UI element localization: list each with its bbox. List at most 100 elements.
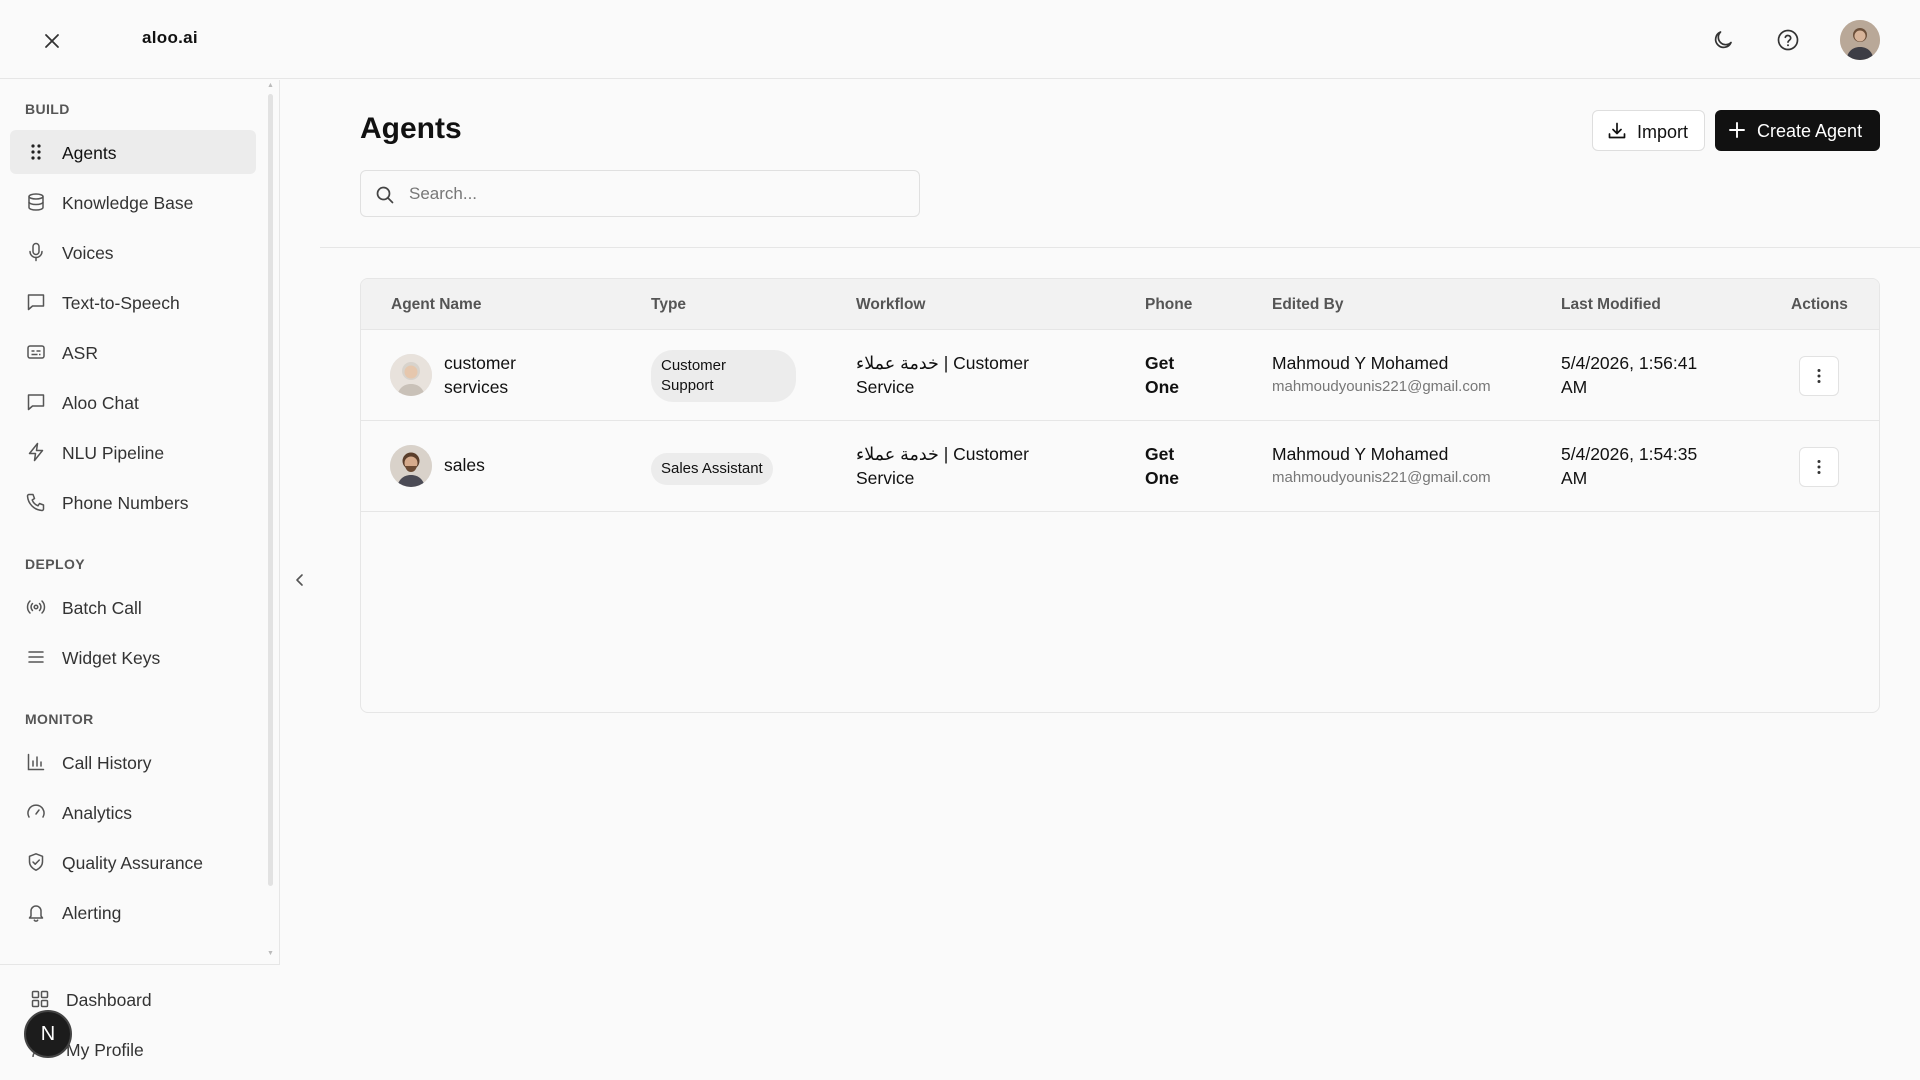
agents-table: Agent Name Type Workflow Phone Edited By… (360, 278, 1880, 713)
sidebar-item-text-to-speech[interactable]: Text-to-Speech (10, 280, 256, 324)
sidebar-item-label: Analytics (62, 803, 133, 823)
workflow-name: خدمة عملاء | Customer Service (856, 353, 1029, 397)
sidebar-item-asr[interactable]: ASR (10, 330, 256, 374)
chevron-left-icon (296, 574, 303, 586)
import-label: Import (1637, 122, 1689, 142)
agent-name[interactable]: sales (444, 453, 485, 477)
sidebar-scrollbar[interactable] (268, 94, 273, 886)
sidebar-item-label: Voices (62, 243, 114, 263)
dark-mode-toggle[interactable] (1707, 24, 1739, 56)
create-agent-label: Create Agent (1757, 121, 1863, 141)
sidebar-item-label: Aloo Chat (62, 393, 139, 413)
sidebar-item-analytics[interactable]: Analytics (10, 790, 256, 834)
more-vertical-icon (1817, 460, 1821, 474)
sidebar-item-batch-call[interactable]: Batch Call (10, 585, 256, 629)
sidebar-item-voices[interactable]: Voices (10, 230, 256, 274)
help-button[interactable] (1772, 24, 1804, 56)
editor-email: mahmoudyounis221@gmail.com (1272, 469, 1491, 486)
search-input[interactable] (409, 181, 899, 207)
sidebar-item-phone-numbers[interactable]: Phone Numbers (10, 480, 256, 524)
agent-type-badge: Customer Support (651, 350, 796, 402)
sidebar-item-label: Text-to-Speech (62, 293, 180, 313)
top-bar: aloo.ai (0, 0, 1920, 79)
more-vertical-icon (1817, 369, 1821, 383)
sidebar-item-label: NLU Pipeline (62, 443, 165, 463)
column-header-agent-name[interactable]: Agent Name (391, 296, 481, 314)
table-row[interactable]: customer services Customer Support خدمة … (361, 330, 1879, 421)
sidebar-item-agents[interactable]: Agents (10, 130, 256, 174)
search-icon (376, 186, 394, 204)
create-agent-button[interactable]: Create Agent (1715, 110, 1880, 151)
sidebar-nav: BUILD Agents Knowledge Base Voices Text-… (0, 80, 270, 960)
agent-name[interactable]: customer services (444, 351, 516, 399)
agent-type-badge: Sales Assistant (651, 453, 773, 485)
sidebar-item-label: ASR (62, 343, 98, 363)
sidebar-item-alerting[interactable]: Alerting (10, 890, 256, 934)
gauge-icon (27, 804, 45, 818)
menu-lines-icon (28, 651, 44, 663)
user-avatar[interactable] (1840, 20, 1880, 60)
edited-by: Mahmoud Y Mohamed mahmoudyounis221@gmail… (1272, 351, 1491, 399)
database-icon (28, 193, 44, 211)
close-button[interactable] (38, 27, 66, 55)
sidebar-item-label: Dashboard (66, 990, 152, 1010)
workflow-name: خدمة عملاء | Customer Service (856, 444, 1029, 488)
scroll-up-arrow[interactable]: ▲ (267, 82, 274, 89)
column-header-actions: Actions (1791, 296, 1848, 313)
column-header-type[interactable]: Type (651, 296, 686, 314)
shield-check-icon (28, 853, 44, 871)
sidebar-item-label: Agents (62, 143, 117, 163)
scroll-down-arrow[interactable]: ▼ (267, 950, 274, 957)
sidebar-item-label: Alerting (62, 903, 122, 923)
sidebar-item-aloo-chat[interactable]: Aloo Chat (10, 380, 256, 424)
collapse-sidebar-button[interactable] (290, 570, 310, 590)
table-row[interactable]: sales Sales Assistant خدمة عملاء | Custo… (361, 421, 1879, 512)
agent-male-avatar-icon (390, 445, 432, 487)
lightning-icon (28, 442, 44, 462)
row-actions-button[interactable] (1799, 356, 1839, 396)
phone-icon (26, 493, 45, 512)
agent-avatar (390, 354, 432, 396)
close-icon (45, 34, 59, 48)
row-actions-button[interactable] (1799, 447, 1839, 487)
sidebar-item-widget-keys[interactable]: Widget Keys (10, 635, 256, 679)
grip-dots-icon (31, 144, 41, 160)
agent-female-avatar-icon (390, 354, 432, 396)
notification-badge[interactable]: N (24, 1010, 72, 1058)
column-header-last-modified[interactable]: Last Modified (1561, 296, 1661, 314)
moon-icon (1714, 31, 1732, 49)
sidebar-item-label: Batch Call (62, 598, 142, 618)
column-header-workflow[interactable]: Workflow (856, 296, 925, 314)
search-box (360, 170, 920, 217)
help-circle-icon (1777, 29, 1799, 51)
sidebar-item-call-history[interactable]: Call History (10, 740, 256, 784)
microphone-icon (29, 242, 43, 262)
phone-get-one-link[interactable]: Get One (1145, 442, 1179, 490)
section-label-monitor: MONITOR (25, 711, 94, 727)
last-modified: 5/4/2026, 1:54:35 AM (1561, 444, 1698, 488)
agent-avatar (390, 445, 432, 487)
sidebar-item-label: Phone Numbers (62, 493, 189, 513)
sidebar-item-label: Call History (62, 753, 152, 773)
sidebar-item-nlu-pipeline[interactable]: NLU Pipeline (10, 430, 256, 474)
broadcast-icon (26, 600, 46, 614)
editor-name: Mahmoud Y Mohamed (1272, 353, 1449, 373)
sidebar-item-label: My Profile (66, 1040, 144, 1060)
table-header: Agent Name Type Workflow Phone Edited By… (361, 279, 1879, 330)
column-header-phone[interactable]: Phone (1145, 296, 1192, 314)
sidebar-item-quality-assurance[interactable]: Quality Assurance (10, 840, 256, 884)
page-title: Agents (360, 112, 462, 145)
sidebar-item-label: Widget Keys (62, 648, 161, 668)
bar-chart-icon (27, 753, 45, 771)
section-label-deploy: DEPLOY (25, 556, 85, 572)
column-header-edited-by[interactable]: Edited By (1272, 296, 1343, 314)
import-button[interactable]: Import (1592, 110, 1705, 151)
editor-email: mahmoudyounis221@gmail.com (1272, 378, 1491, 395)
plus-icon (1729, 122, 1745, 138)
brand-logo: aloo.ai (142, 28, 198, 47)
sidebar-item-knowledge-base[interactable]: Knowledge Base (10, 180, 256, 224)
chat-bubble-icon (27, 394, 45, 411)
grid-icon (31, 990, 49, 1008)
sidebar-item-label: Quality Assurance (62, 853, 204, 873)
phone-get-one-link[interactable]: Get One (1145, 351, 1179, 399)
